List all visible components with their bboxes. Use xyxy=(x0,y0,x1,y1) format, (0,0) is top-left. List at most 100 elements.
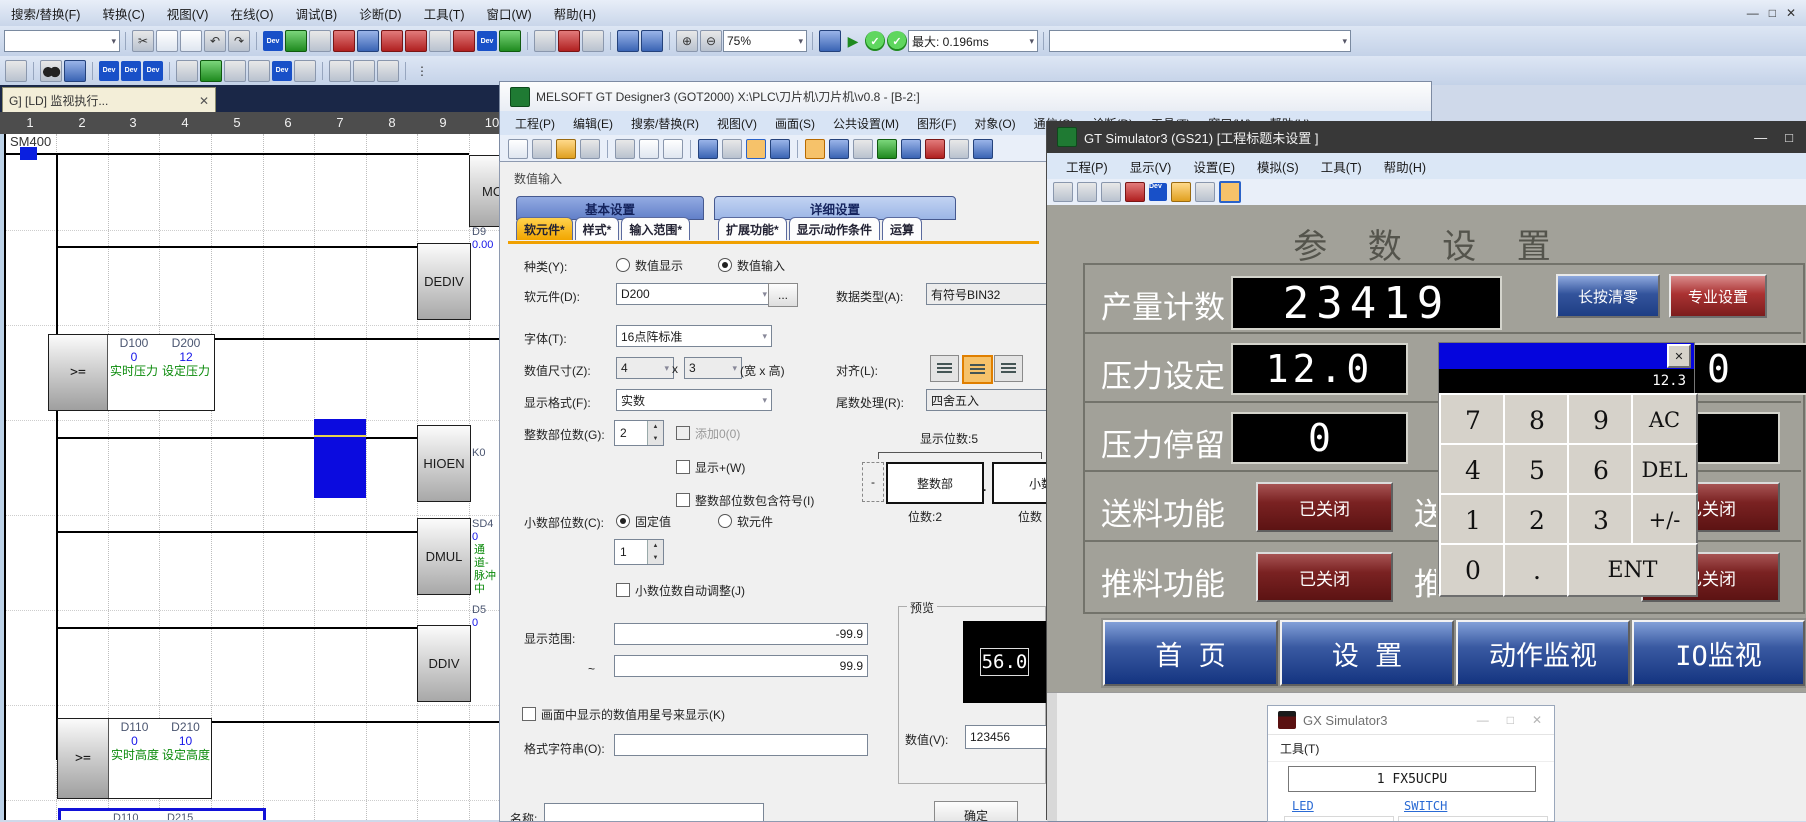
preview-icon[interactable] xyxy=(949,139,969,159)
sim-start-icon[interactable] xyxy=(1101,182,1121,202)
data-check-icon[interactable] xyxy=(925,139,945,159)
sim-project-icon[interactable] xyxy=(1171,182,1191,202)
numeric-keypad-popup[interactable]: ✕ 12.3 7 8 9 AC 4 5 6 DEL 1 2 3 +/- 0 . … xyxy=(1438,342,1695,594)
checkbox-add-zero[interactable]: 添加0(0) xyxy=(676,425,740,442)
tab-operation[interactable]: 运算 xyxy=(882,217,922,240)
key-2[interactable]: 2 xyxy=(1503,493,1571,547)
contact-on-indicator[interactable] xyxy=(20,147,37,160)
menu-tools[interactable]: 工具(T) xyxy=(1280,740,1319,757)
ladder-document-tab[interactable]: G] [LD] 监视执行... ✕ xyxy=(2,87,216,114)
radio-numeric-input[interactable]: 数值输入 xyxy=(718,257,785,274)
key-plus-minus[interactable]: +/- xyxy=(1631,493,1698,547)
cpu-selector[interactable]: 1 FX5UCPU xyxy=(1288,766,1536,792)
step-in-icon[interactable] xyxy=(534,30,556,52)
device-combobox[interactable]: D200▾ xyxy=(616,283,772,305)
menu-debug[interactable]: 调试(B) xyxy=(285,0,349,27)
screen-prop-icon[interactable] xyxy=(853,139,873,159)
new-icon[interactable] xyxy=(508,139,528,159)
step-out-icon[interactable] xyxy=(582,30,604,52)
step-over-icon[interactable] xyxy=(558,30,580,52)
keypad-close-icon[interactable]: ✕ xyxy=(1667,344,1691,368)
empty-combobox[interactable]: ▾ xyxy=(1049,30,1351,52)
pressure-set-display[interactable]: 12.0 xyxy=(1231,343,1408,395)
ladder-editor[interactable]: 1 2 3 4 5 6 7 8 9 10 SM400 MO DEDIV HIOE… xyxy=(0,112,499,820)
checkbox-auto-adjust[interactable]: 小数位数自动调整(J) xyxy=(616,582,745,599)
find-icon[interactable] xyxy=(40,60,62,82)
key-6[interactable]: 6 xyxy=(1567,443,1635,497)
tab-close-icon[interactable]: ✕ xyxy=(199,94,209,108)
key-0[interactable]: 0 xyxy=(1439,543,1507,597)
menu-window[interactable]: 窗口(W) xyxy=(476,0,543,27)
pointer-tool-icon[interactable] xyxy=(746,139,766,159)
device-list-icon[interactable]: Dev xyxy=(99,61,119,81)
radio-numeric-display[interactable]: 数值显示 xyxy=(616,257,683,274)
watch-combobox[interactable]: ▾ xyxy=(4,30,120,52)
menu-search-replace[interactable]: 搜索/替换(F) xyxy=(0,0,91,27)
sim-device-monitor-icon[interactable]: Dev xyxy=(1149,183,1167,201)
key-ent[interactable]: ENT xyxy=(1567,543,1698,597)
format-combobox[interactable]: 实数▾ xyxy=(616,389,772,411)
gtdesigner-titlebar[interactable]: MELSOFT GT Designer3 (GOT2000) X:\PLC\刀片… xyxy=(500,82,1431,111)
key-1[interactable]: 1 xyxy=(1439,493,1507,547)
online-change-icon[interactable] xyxy=(453,30,475,52)
size-width-combobox[interactable]: 4▾ xyxy=(616,357,674,379)
device-table-icon[interactable]: Dev xyxy=(121,61,141,81)
undo-icon[interactable]: ↶ xyxy=(204,30,226,52)
copy-icon[interactable] xyxy=(639,139,659,159)
device-watch-icon[interactable]: Dev xyxy=(272,61,292,81)
decimal-digits-spinner[interactable]: 1 ▲▼ xyxy=(614,539,664,565)
name-field[interactable] xyxy=(544,803,764,822)
key-5[interactable]: 5 xyxy=(1503,443,1571,497)
menu-tools[interactable]: 工具(T) xyxy=(413,0,476,27)
menu-diagnostics[interactable]: 诊断(D) xyxy=(348,0,412,27)
key-8[interactable]: 8 xyxy=(1503,393,1571,447)
push-function-button[interactable]: 已关闭 xyxy=(1256,552,1393,602)
menu-settings[interactable]: 设置(E) xyxy=(1182,153,1246,180)
window-cascade-icon[interactable] xyxy=(617,30,639,52)
key-3[interactable]: 3 xyxy=(1567,493,1635,547)
device-test-icon[interactable] xyxy=(309,30,331,52)
format-string-field[interactable] xyxy=(614,734,868,756)
radio-device[interactable]: 软元件 xyxy=(718,513,773,530)
io-check-icon[interactable] xyxy=(224,60,246,82)
tab-extended[interactable]: 扩展功能* xyxy=(718,217,787,240)
device-browse-button[interactable]: ... xyxy=(768,283,798,307)
menu-common[interactable]: 公共设置(M) xyxy=(824,112,908,135)
size-height-combobox[interactable]: 3▾ xyxy=(684,357,742,379)
device-batch-icon[interactable] xyxy=(285,30,307,52)
gxsimulator-titlebar[interactable]: GX Simulator3 — □ ✕ xyxy=(1268,706,1554,735)
redo-icon[interactable]: ↷ xyxy=(228,30,250,52)
sim-save-icon[interactable] xyxy=(1077,182,1097,202)
key-9[interactable]: 9 xyxy=(1567,393,1635,447)
menu-tools[interactable]: 工具(T) xyxy=(1310,153,1373,180)
menu-online[interactable]: 在线(O) xyxy=(219,0,284,27)
maximize-icon[interactable]: □ xyxy=(1769,6,1776,20)
tab-device[interactable]: 软元件* xyxy=(516,217,573,240)
overflow-dots-icon[interactable]: ⋮ xyxy=(412,61,432,81)
preview-value-field[interactable]: 123456 xyxy=(965,725,1048,749)
dmul-block[interactable]: DMUL xyxy=(417,518,471,595)
device-memory-icon[interactable] xyxy=(499,30,521,52)
window-view-icon[interactable] xyxy=(353,60,375,82)
nav-action-monitor-button[interactable]: 动作监视 xyxy=(1456,620,1630,686)
grid-icon[interactable] xyxy=(5,60,27,82)
font-combobox[interactable]: 16点阵标准▾ xyxy=(616,325,772,347)
verify-icon[interactable] xyxy=(429,30,451,52)
window-tile-icon[interactable] xyxy=(641,30,663,52)
zoom-in-icon[interactable]: ⊕ xyxy=(676,30,698,52)
tab-display-action[interactable]: 显示/动作条件 xyxy=(789,217,880,240)
spin-down-icon[interactable]: ▼ xyxy=(648,552,663,564)
monitor-start-icon[interactable] xyxy=(381,30,403,52)
gtsimulator-titlebar[interactable]: GT Simulator3 (GS21) [工程标题未设置 ] — □ xyxy=(1047,121,1806,153)
key-7[interactable]: 7 xyxy=(1439,393,1507,447)
menu-help[interactable]: 帮助(H) xyxy=(1373,153,1437,180)
help-icon[interactable] xyxy=(770,139,790,159)
menu-project[interactable]: 工程(P) xyxy=(1055,153,1119,180)
key-del[interactable]: DEL xyxy=(1631,443,1698,497)
zoom-level-combobox[interactable]: 75%▾ xyxy=(723,30,807,52)
menu-display[interactable]: 显示(V) xyxy=(1119,153,1183,180)
ok-button[interactable]: 确定 xyxy=(934,801,1018,822)
menu-object[interactable]: 对象(O) xyxy=(965,112,1024,135)
import-icon[interactable] xyxy=(532,139,552,159)
spin-up-icon[interactable]: ▲ xyxy=(648,421,663,433)
